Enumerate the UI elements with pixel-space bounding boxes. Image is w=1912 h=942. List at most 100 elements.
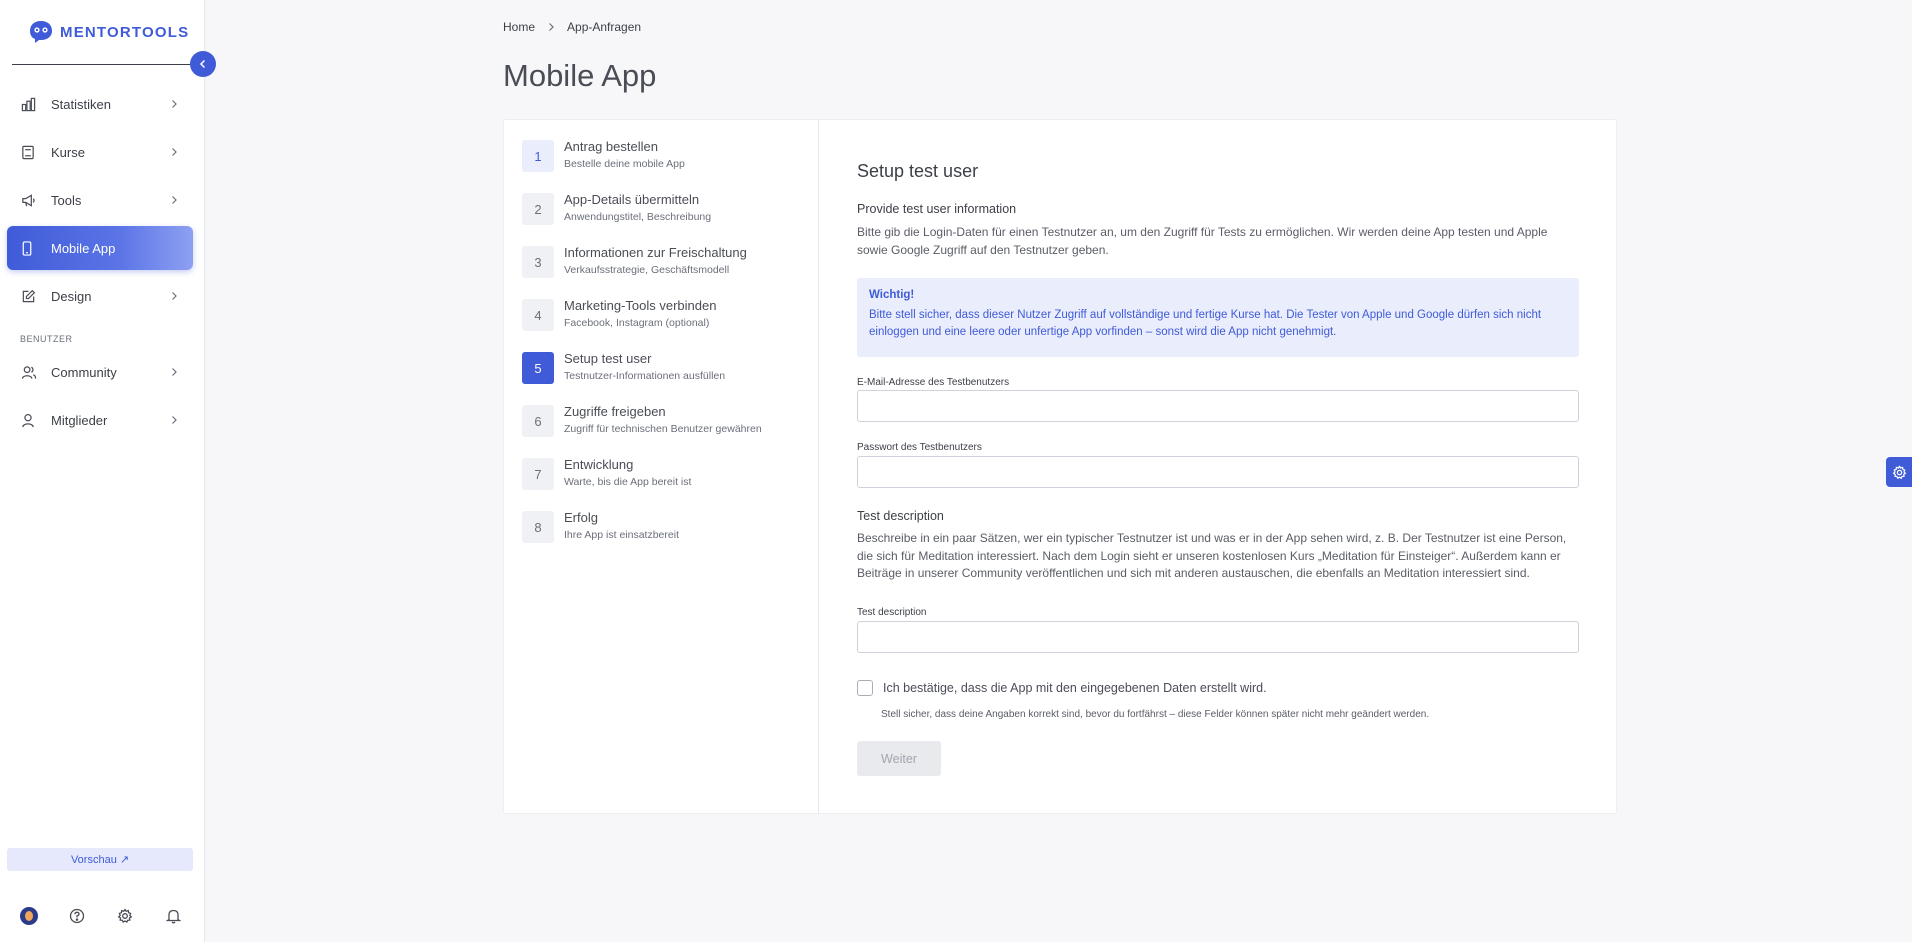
step-number: 5 — [522, 352, 554, 384]
confirm-hint: Stell sicher, dass deine Angaben korrekt… — [881, 709, 1430, 720]
sidebar: MENTORTOOLS Statistiken Kurse Tools Mobi… — [0, 0, 205, 942]
step-title: Erfolg — [564, 510, 598, 525]
step-number: 4 — [522, 299, 554, 331]
chevron-right-icon — [549, 23, 554, 31]
settings-gear-icon[interactable] — [116, 907, 134, 925]
chart-bar-icon — [21, 96, 37, 112]
user-avatar[interactable] — [20, 907, 38, 925]
sidebar-section-label: BENUTZER — [20, 334, 73, 344]
sidebar-item-mitglieder[interactable]: Mitglieder — [7, 398, 193, 442]
chevron-right-icon — [172, 196, 177, 204]
step-subtitle: Facebook, Instagram (optional) — [564, 317, 710, 329]
book-icon — [21, 144, 37, 160]
sidebar-item-design[interactable]: Design — [7, 274, 193, 318]
alert-title: Wichtig! — [869, 289, 915, 301]
step-number: 3 — [522, 246, 554, 278]
password-field[interactable] — [857, 456, 1579, 488]
step-title: Zugriffe freigeben — [564, 404, 666, 419]
email-field[interactable] — [857, 390, 1579, 422]
step-1[interactable]: 1 Antrag bestellen Bestelle deine mobile … — [522, 139, 685, 172]
step-subtitle: Anwendungstitel, Beschreibung — [564, 211, 712, 223]
external-link-icon: ↗ — [119, 854, 130, 866]
brand-logo[interactable]: MENTORTOOLS — [28, 20, 189, 44]
step-number: 6 — [522, 405, 554, 437]
sidebar-item-label: Statistiken — [51, 96, 111, 112]
info-section-title: Provide test user information — [857, 202, 1017, 216]
edit-icon — [21, 288, 37, 304]
step-subtitle: Warte, bis die App bereit ist — [564, 476, 692, 488]
sidebar-nav: Statistiken Kurse Tools Mobile App Desig… — [7, 82, 193, 446]
confirm-label[interactable]: Ich bestätige, dass die App mit den eing… — [883, 681, 1267, 695]
step-6[interactable]: 6 Zugriffe freigeben Zugriff für technisc… — [522, 404, 762, 437]
step-subtitle: Ihre App ist einsatzbereit — [564, 529, 679, 541]
sidebar-item-kurse[interactable]: Kurse — [7, 130, 193, 174]
email-field-label: E-Mail-Adresse des Testbenutzers — [857, 377, 1010, 388]
info-text: Bitte gib die Login-Daten für einen Test… — [857, 225, 1548, 257]
step-subtitle: Bestelle deine mobile App — [564, 158, 685, 170]
chevron-left-icon — [199, 59, 206, 69]
step-subtitle: Testnutzer-Informationen ausfüllen — [564, 370, 726, 382]
description-field[interactable] — [857, 621, 1579, 653]
important-alert: Wichtig! Bitte stell sicher, dass dieser… — [857, 278, 1579, 357]
sidebar-item-statistiken[interactable]: Statistiken — [7, 82, 193, 126]
breadcrumb-current: App-Anfragen — [567, 20, 642, 34]
sidebar-item-mobile-app[interactable]: Mobile App — [7, 226, 193, 270]
step-number: 2 — [522, 193, 554, 225]
help-icon[interactable] — [68, 907, 86, 925]
step-title: Antrag bestellen — [564, 139, 658, 154]
step-subtitle: Zugriff für technischen Benutzer gewähre… — [564, 423, 762, 435]
step-number: 8 — [522, 511, 554, 543]
notification-bell-icon[interactable] — [164, 907, 182, 925]
sidebar-item-community[interactable]: Community — [7, 350, 193, 394]
sidebar-item-label: Tools — [51, 192, 82, 208]
stepper: 1 Antrag bestellen Bestelle deine mobile … — [504, 120, 819, 813]
gear-icon — [1892, 464, 1906, 479]
sidebar-item-label: Kurse — [51, 144, 85, 160]
preview-button-label: Vorschau — [70, 853, 117, 866]
step-title: Setup test user — [564, 351, 652, 366]
sidebar-item-label: Community — [51, 364, 117, 380]
sidebar-item-label: Design — [51, 288, 92, 304]
megaphone-icon — [21, 192, 37, 208]
step-title: Informationen zur Freischaltung — [564, 245, 747, 260]
description-section-title: Test description — [857, 509, 944, 523]
user-icon — [21, 412, 37, 428]
alert-text: Bitte stell sicher, dass dieser Nutzer Z… — [869, 309, 1542, 338]
floating-settings-button[interactable] — [1886, 457, 1912, 487]
sidebar-footer — [20, 907, 182, 925]
preview-button[interactable]: Vorschau ↗ — [7, 848, 193, 871]
description-help-text: Beschreibe in ein paar Sätzen, wer ein t… — [857, 531, 1567, 580]
step-subtitle: Verkaufsstrategie, Geschäftsmodell — [564, 264, 730, 276]
collapse-sidebar-button[interactable] — [190, 51, 216, 77]
sidebar-item-tools[interactable]: Tools — [7, 178, 193, 222]
mentortools-logo-icon — [30, 21, 52, 43]
sidebar-item-label: Mobile App — [51, 240, 116, 256]
breadcrumb-home-link[interactable]: Home — [503, 20, 535, 34]
step-number: 7 — [522, 458, 554, 490]
chevron-right-icon — [172, 416, 177, 424]
confirm-row: Ich bestätige, dass die App mit den eing… — [857, 680, 1267, 696]
chevron-right-icon — [172, 100, 177, 108]
step-title: App-Details übermitteln — [564, 192, 700, 207]
breadcrumb: Home App-Anfragen — [503, 20, 641, 34]
step-8[interactable]: 8 Erfolg Ihre App ist einsatzbereit — [522, 510, 679, 543]
step-5[interactable]: 5 Setup test user Testnutzer-Informatione… — [522, 351, 725, 384]
smartphone-icon — [21, 240, 37, 256]
step-4[interactable]: 4 Marketing-Tools verbinden Facebook, Ins… — [522, 298, 716, 331]
step-title: Marketing-Tools verbinden — [564, 298, 717, 313]
page-title: Mobile App — [503, 58, 657, 93]
next-button[interactable]: Weiter — [857, 741, 941, 776]
chevron-right-icon — [172, 292, 177, 300]
step-7[interactable]: 7 Entwicklung Warte, bis die App bereit i… — [522, 457, 691, 490]
password-field-label: Passwort des Testbenutzers — [857, 442, 982, 453]
step-3[interactable]: 3 Informationen zur Freischaltung Verkauf… — [522, 245, 747, 278]
brand-name: MENTORTOOLS — [60, 23, 190, 41]
description-field-label: Test description — [857, 607, 927, 618]
step-number: 1 — [522, 140, 554, 172]
step-2[interactable]: 2 App-Details übermitteln Anwendungstitel… — [522, 192, 711, 225]
app-request-card: 1 Antrag bestellen Bestelle deine mobile … — [503, 119, 1617, 814]
form-heading: Setup test user — [857, 161, 979, 181]
confirm-checkbox[interactable] — [857, 680, 873, 696]
users-icon — [21, 364, 37, 380]
sidebar-item-label: Mitglieder — [51, 412, 108, 428]
